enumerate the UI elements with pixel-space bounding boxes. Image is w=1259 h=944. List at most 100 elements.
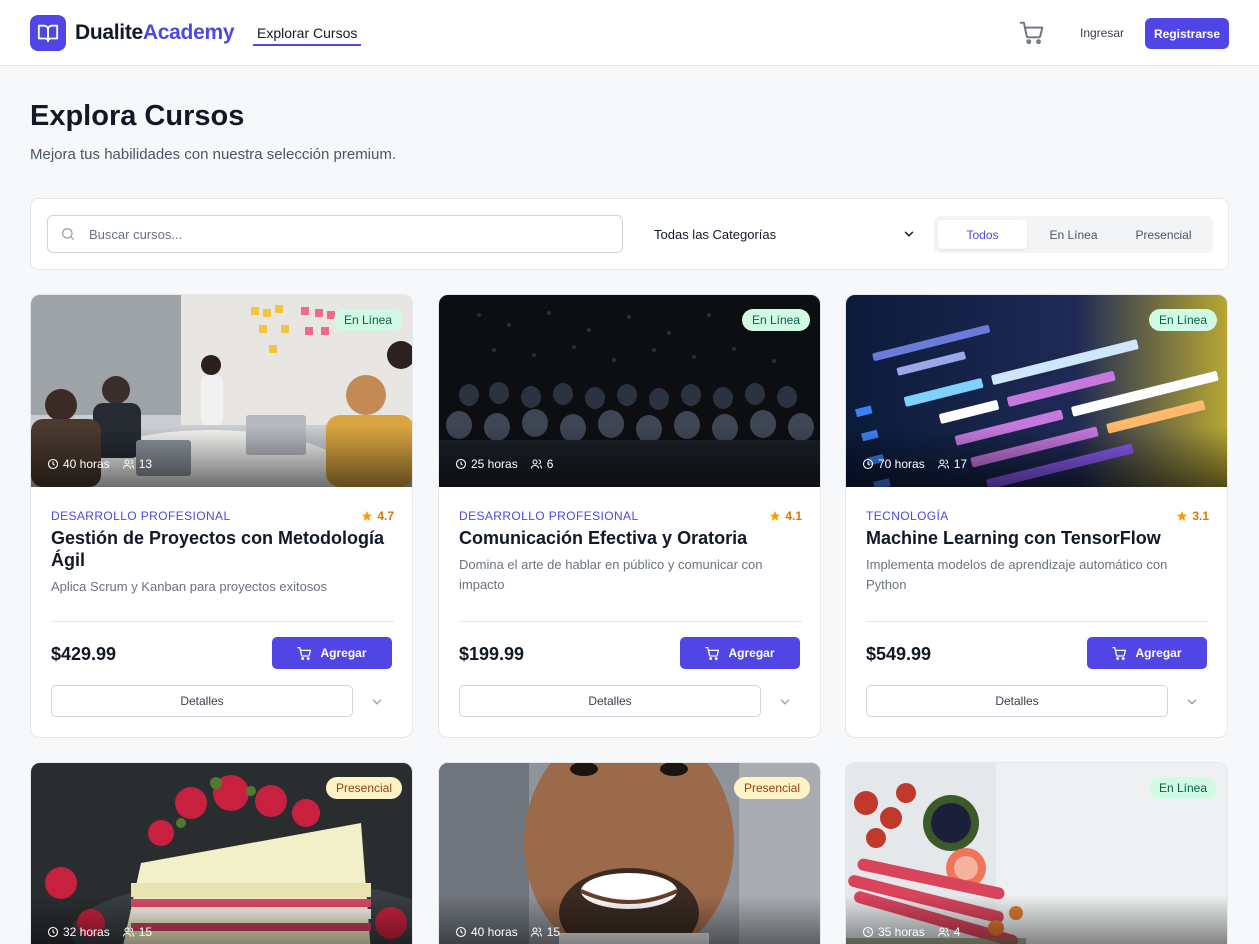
cart-icon[interactable] bbox=[1019, 20, 1045, 46]
chevron-down-icon[interactable] bbox=[1185, 695, 1199, 709]
course-title[interactable]: Gestión de Proyectos con Metodología Ági… bbox=[51, 527, 394, 571]
search-placeholder: Buscar cursos... bbox=[89, 227, 183, 242]
star-icon bbox=[770, 511, 781, 521]
course-category: DESARROLLO PROFESIONAL bbox=[459, 509, 639, 523]
status-badge: Presencial bbox=[733, 777, 810, 799]
register-button[interactable]: Registrarse bbox=[1145, 18, 1229, 49]
course-card[interactable]: En Línea 35 horas 4 bbox=[845, 762, 1228, 944]
status-badge: Presencial bbox=[325, 777, 402, 799]
status-badge: En Línea bbox=[333, 309, 402, 331]
filter-bar: Buscar cursos... Todas las Categorías To… bbox=[30, 198, 1229, 270]
users-icon bbox=[122, 927, 134, 937]
course-meta: 25 horas 6 bbox=[455, 457, 553, 471]
mode-tab-all[interactable]: Todos bbox=[938, 220, 1027, 249]
course-hours: 35 horas bbox=[878, 925, 925, 939]
status-badge: En Línea bbox=[1148, 309, 1217, 331]
chevron-down-icon[interactable] bbox=[778, 695, 792, 709]
star-icon bbox=[362, 511, 373, 521]
course-image-agile[interactable]: En Línea 40 horas 13 bbox=[31, 295, 412, 487]
add-button-label: Agregar bbox=[728, 646, 775, 660]
course-card[interactable]: Presencial 40 horas 15 bbox=[438, 762, 821, 944]
add-button-label: Agregar bbox=[320, 646, 367, 660]
page-subtitle: Mejora tus habilidades con nuestra selec… bbox=[30, 146, 397, 163]
details-button[interactable]: Detalles bbox=[866, 685, 1168, 717]
course-category: TECNOLOGÍA bbox=[866, 509, 949, 523]
details-button[interactable]: Detalles bbox=[51, 685, 353, 717]
course-meta: 40 horas 15 bbox=[455, 925, 560, 939]
mode-tab-presencial[interactable]: Presencial bbox=[1119, 220, 1208, 249]
cart-icon bbox=[705, 646, 720, 660]
clock-icon bbox=[47, 458, 59, 470]
users-icon bbox=[937, 927, 949, 937]
course-hours: 25 horas bbox=[471, 457, 518, 471]
course-price: $199.99 bbox=[459, 644, 525, 664]
top-navbar: DualiteAcademy Explorar Cursos Ingresar … bbox=[0, 0, 1259, 66]
course-image-pastry[interactable]: Presencial 32 horas 15 bbox=[31, 763, 412, 944]
course-students: 15 bbox=[138, 925, 153, 939]
course-card[interactable]: En Línea 25 horas 6 DESARROLLO PROFESION… bbox=[438, 294, 821, 738]
add-to-cart-button[interactable]: Agregar bbox=[272, 637, 392, 669]
status-badge: En Línea bbox=[1148, 777, 1217, 799]
clock-icon bbox=[862, 926, 874, 938]
course-students: 4 bbox=[953, 925, 961, 939]
course-card[interactable]: Presencial 32 horas 15 bbox=[30, 762, 413, 944]
course-image-portrait[interactable]: Presencial 40 horas 15 bbox=[439, 763, 820, 944]
course-students: 15 bbox=[546, 925, 561, 939]
cart-icon bbox=[297, 646, 312, 660]
users-icon bbox=[937, 459, 949, 469]
book-logo-icon[interactable] bbox=[30, 15, 66, 51]
course-students: 6 bbox=[546, 457, 554, 471]
users-icon bbox=[530, 459, 542, 469]
course-description: Domina el arte de hablar en público y co… bbox=[459, 557, 763, 592]
brand-part-1: Dualite bbox=[75, 21, 143, 44]
course-meta: 35 horas 4 bbox=[862, 925, 960, 939]
course-rating: 3.1 bbox=[1176, 509, 1209, 523]
cart-icon bbox=[1112, 646, 1127, 660]
search-icon bbox=[61, 228, 74, 240]
star-icon bbox=[1177, 511, 1188, 521]
users-icon bbox=[122, 459, 134, 469]
brand-name[interactable]: DualiteAcademy bbox=[75, 21, 235, 45]
course-card[interactable]: En Línea 40 horas 13 DESARROLLO PROFESIO… bbox=[30, 294, 413, 738]
course-students: 13 bbox=[138, 457, 153, 471]
divider bbox=[51, 621, 394, 622]
clock-icon bbox=[455, 926, 467, 938]
course-card[interactable]: En Línea 70 horas 17 TECNOLOGÍA 3.1 Mach… bbox=[845, 294, 1228, 738]
course-category: DESARROLLO PROFESIONAL bbox=[51, 509, 231, 523]
status-badge: En Línea bbox=[741, 309, 810, 331]
rating-value: 4.1 bbox=[785, 509, 802, 523]
course-description: Aplica Scrum y Kanban para proyectos exi… bbox=[51, 579, 328, 594]
course-image-oratoria[interactable]: En Línea 25 horas 6 bbox=[439, 295, 820, 487]
clock-icon bbox=[862, 458, 874, 470]
course-rating: 4.1 bbox=[769, 509, 802, 523]
course-title[interactable]: Comunicación Efectiva y Oratoria bbox=[459, 527, 802, 549]
add-button-label: Agregar bbox=[1135, 646, 1182, 660]
course-hours: 40 horas bbox=[471, 925, 518, 939]
chevron-down-icon[interactable] bbox=[370, 695, 384, 709]
add-to-cart-button[interactable]: Agregar bbox=[1087, 637, 1207, 669]
mode-tab-online[interactable]: En Línea bbox=[1029, 220, 1118, 249]
details-button[interactable]: Detalles bbox=[459, 685, 761, 717]
course-title[interactable]: Machine Learning con TensorFlow bbox=[866, 527, 1209, 549]
course-students: 17 bbox=[953, 457, 968, 471]
course-image-nutrition[interactable]: En Línea 35 horas 4 bbox=[846, 763, 1227, 944]
course-meta: 40 horas 13 bbox=[47, 457, 152, 471]
course-meta: 70 horas 17 bbox=[862, 457, 967, 471]
divider bbox=[459, 621, 802, 622]
add-to-cart-button[interactable]: Agregar bbox=[680, 637, 800, 669]
course-meta: 32 horas 15 bbox=[47, 925, 152, 939]
users-icon bbox=[530, 927, 542, 937]
login-link[interactable]: Ingresar bbox=[1080, 26, 1124, 40]
brand-part-2: Academy bbox=[142, 21, 235, 44]
search-input[interactable]: Buscar cursos... bbox=[47, 215, 623, 253]
course-rating: 4.7 bbox=[361, 509, 394, 523]
course-hours: 70 horas bbox=[878, 457, 925, 471]
chevron-down-icon[interactable] bbox=[902, 227, 916, 241]
nav-explore-courses[interactable]: Explorar Cursos bbox=[253, 22, 362, 46]
course-price: $429.99 bbox=[51, 644, 117, 664]
mode-toggle: Todos En Línea Presencial bbox=[934, 216, 1213, 253]
rating-value: 3.1 bbox=[1192, 509, 1209, 523]
course-image-ml[interactable]: En Línea 70 horas 17 bbox=[846, 295, 1227, 487]
course-hours: 32 horas bbox=[63, 925, 110, 939]
category-select[interactable]: Todas las Categorías bbox=[654, 227, 776, 242]
